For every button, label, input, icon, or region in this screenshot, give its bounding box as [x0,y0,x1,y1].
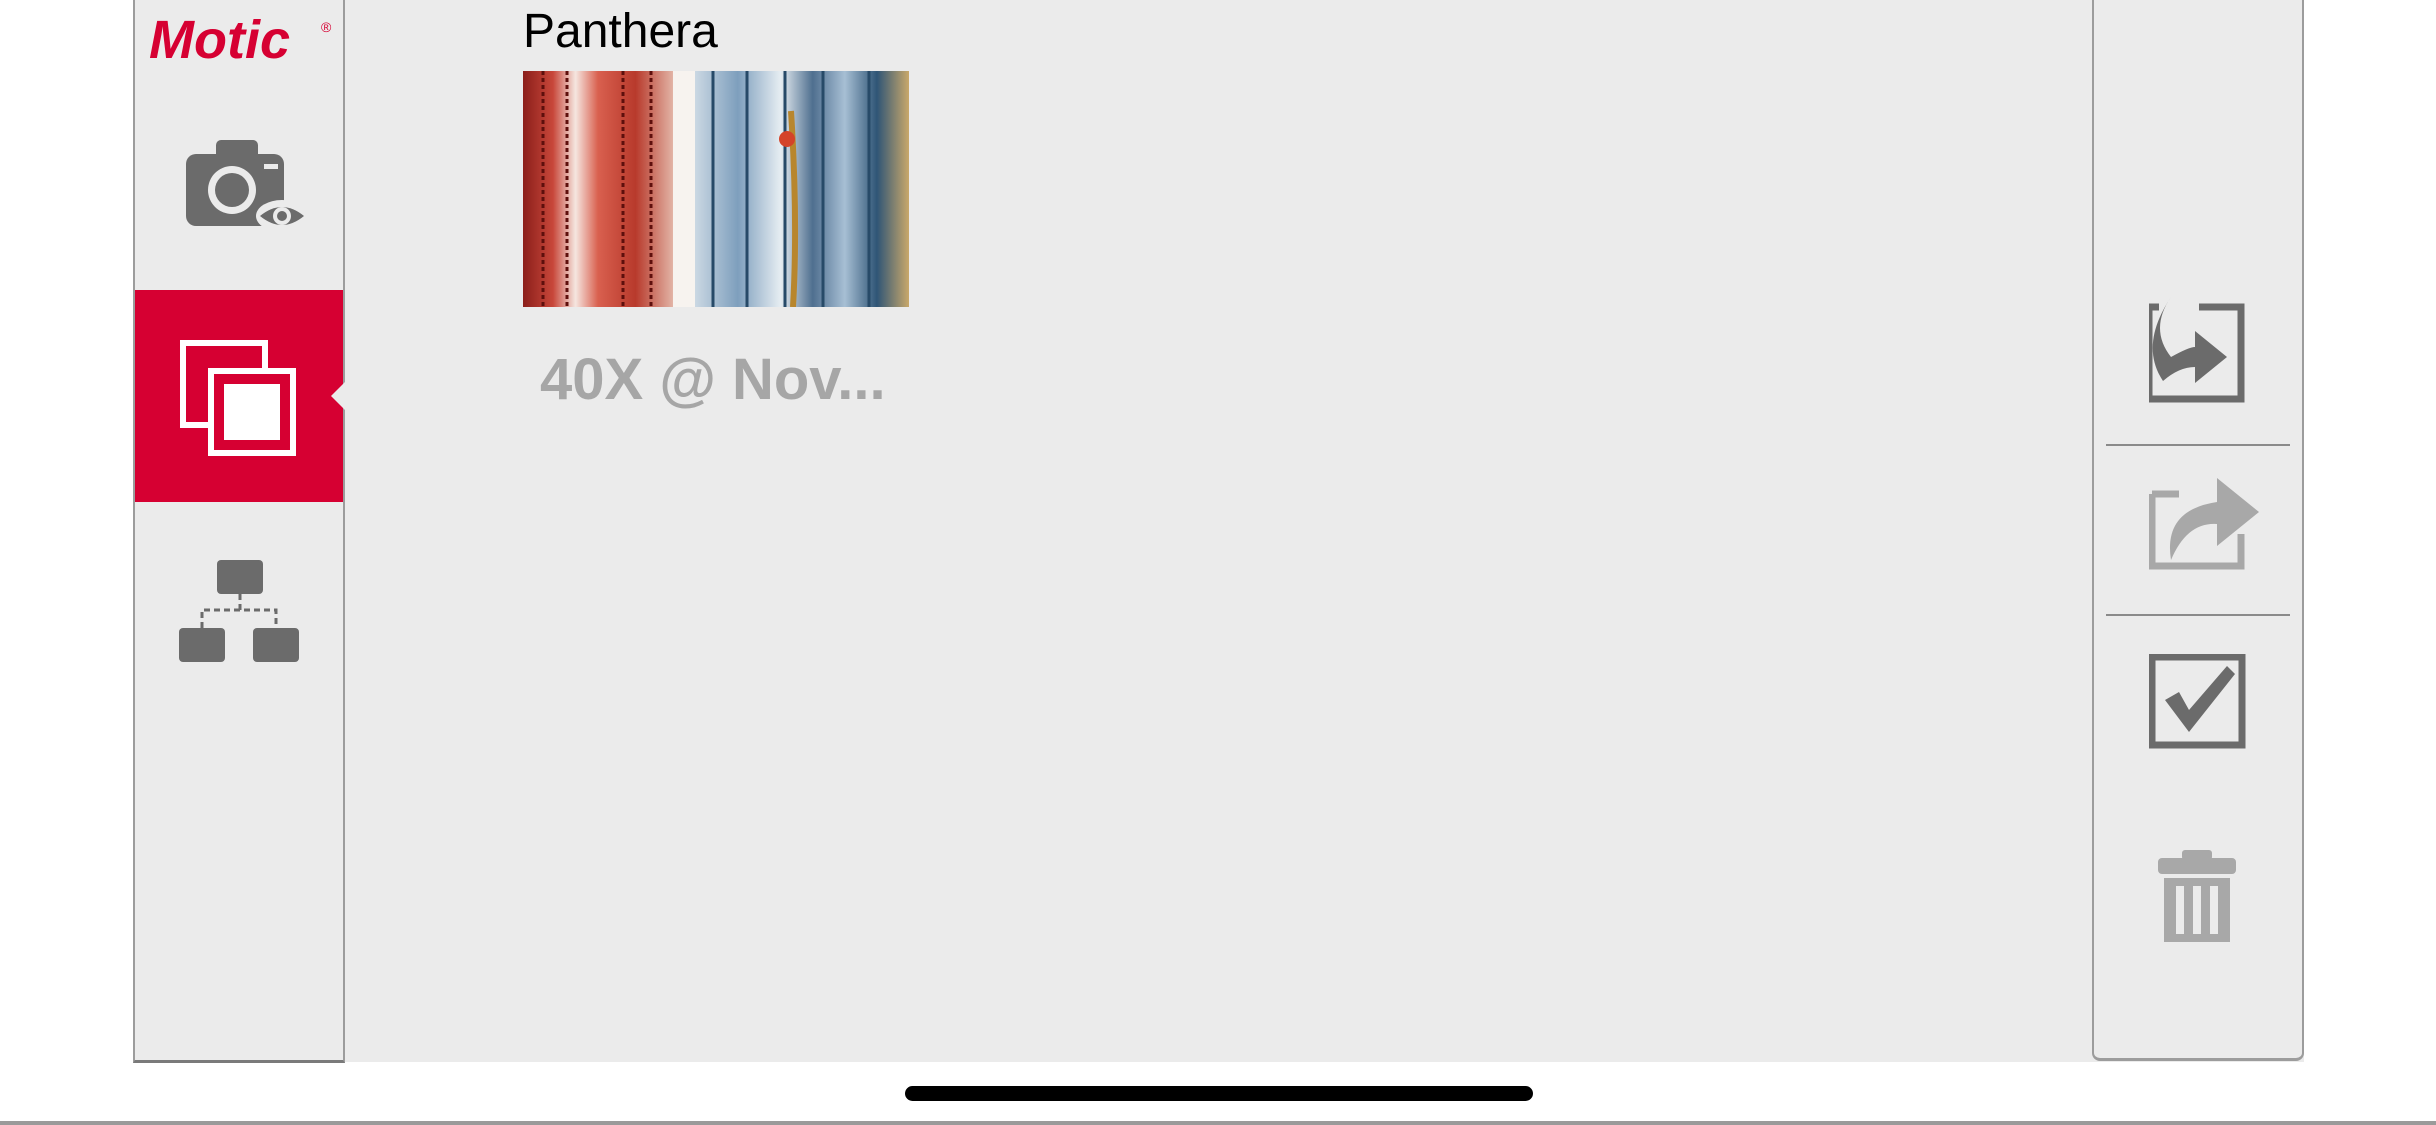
action-toolbar [2092,0,2304,1061]
registered-mark: ® [321,19,332,35]
bottom-edge [0,1121,2436,1125]
network-tree-icon [179,560,299,662]
brand-text: Motic [149,10,290,70]
album-title: Panthera [523,5,718,58]
toolbar-divider [2106,444,2290,446]
gallery-content-area [133,0,2304,1062]
micrograph-thumbnail [523,71,909,308]
share-button[interactable] [2094,460,2302,610]
screen: Motic ® Panthera 40X @ Nov... [0,0,2436,1125]
trash-icon [2158,850,2236,942]
home-indicator[interactable] [905,1086,1533,1101]
gallery-stack-icon [180,340,296,456]
thumbnail-caption: 40X @ Nov... [540,347,886,412]
import-button[interactable] [2094,290,2302,440]
checkbox-icon [2149,654,2246,749]
active-pointer [331,382,345,410]
select-button[interactable] [2094,630,2302,780]
camera-eye-icon [186,140,308,232]
thumbnail-image[interactable] [523,71,909,308]
delete-button[interactable] [2094,830,2302,980]
sidebar: Motic ® [133,0,345,1063]
motic-logo-mark: Motic ® [149,10,332,70]
sidebar-item-network[interactable] [135,540,343,752]
sidebar-item-gallery[interactable] [135,290,345,502]
share-icon [2149,478,2259,570]
motic-logo: Motic ® [145,8,335,70]
import-icon [2149,295,2245,403]
toolbar-divider [2106,614,2290,616]
